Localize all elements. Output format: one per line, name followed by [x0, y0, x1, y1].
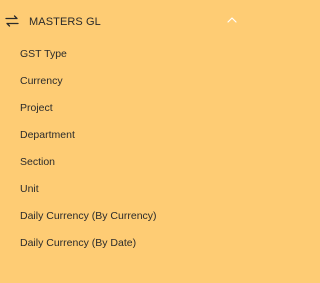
menu-item-unit[interactable]: Unit	[0, 176, 247, 203]
chevron-up-icon[interactable]	[226, 15, 238, 25]
menu-item-currency[interactable]: Currency	[0, 68, 247, 95]
menu-item-project[interactable]: Project	[0, 95, 247, 122]
menu-items: GST Type Currency Project Department Sec…	[0, 41, 247, 257]
menu-item-gst-type[interactable]: GST Type	[0, 41, 247, 68]
menu-item-department[interactable]: Department	[0, 122, 247, 149]
section-title: MASTERS GL	[29, 16, 101, 28]
masters-gl-header[interactable]: MASTERS GL	[0, 8, 247, 36]
menu-item-daily-currency-by-date[interactable]: Daily Currency (By Date)	[0, 230, 247, 257]
swap-arrows-icon	[5, 15, 19, 27]
menu-item-daily-currency-by-currency[interactable]: Daily Currency (By Currency)	[0, 203, 247, 230]
menu-item-section[interactable]: Section	[0, 149, 247, 176]
masters-gl-panel: MASTERS GL GST Type Currency Project Dep…	[0, 0, 247, 283]
